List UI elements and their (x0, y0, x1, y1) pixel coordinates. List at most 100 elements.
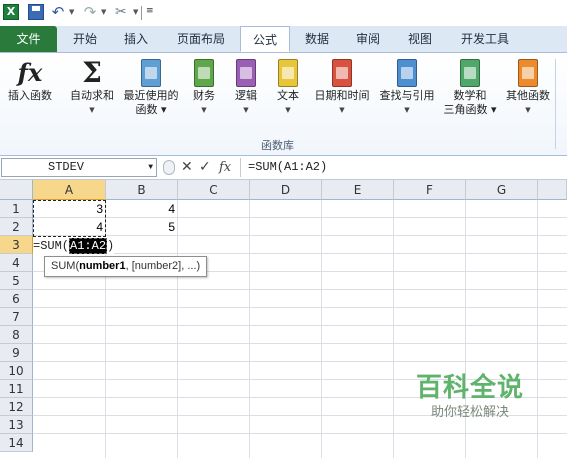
dropdown-arrow-icon: ▼ (339, 106, 345, 114)
enter-icon[interactable]: ✓ (199, 159, 211, 176)
grid-line (177, 200, 178, 458)
redo-dropdown-icon[interactable]: ▼ (101, 8, 106, 16)
grid-line (33, 433, 567, 434)
formula-bar: STDEV ▼ ✕ ✓ fx =SUM(A1:A2) (0, 157, 567, 180)
row-header[interactable]: 7 (0, 308, 33, 326)
row-header[interactable]: 11 (0, 380, 33, 398)
tab-data[interactable]: 数据 (296, 26, 338, 52)
column-header-b[interactable]: B (106, 180, 178, 200)
button-label: 数学和 (453, 89, 487, 102)
button-label: 其他函数 (506, 89, 550, 102)
grid-line (33, 325, 567, 326)
grid-line (33, 361, 567, 362)
text-button[interactable]: 文本 ▼ (270, 57, 306, 117)
undo-dropdown-icon[interactable]: ▼ (69, 8, 74, 16)
button-label: 财务 (193, 89, 215, 102)
tooltip-current-arg: number1 (79, 260, 126, 272)
tab-file[interactable]: 文件 (0, 26, 57, 52)
row-header[interactable]: 14 (0, 434, 33, 452)
group-label-function-library: 函数库 (261, 139, 294, 152)
row-header[interactable]: 13 (0, 416, 33, 434)
cell-a3-editor[interactable]: =SUM(A1:A2) (33, 237, 115, 255)
select-all-corner[interactable] (0, 180, 33, 200)
insert-function-button[interactable]: fx 插入函数 (2, 57, 58, 103)
tooltip-args: , [number2], ...) (125, 260, 201, 272)
insert-function-icon[interactable]: fx (219, 159, 231, 176)
more-functions-button[interactable]: 其他函数 ▼ (502, 57, 554, 117)
logical-button[interactable]: 逻辑 ▼ (228, 57, 264, 117)
fx-icon: fx (17, 58, 43, 87)
column-header-a[interactable]: A (33, 180, 106, 200)
row-header[interactable]: 1 (0, 200, 33, 218)
tab-formulas[interactable]: 公式 (240, 26, 290, 52)
tab-view[interactable]: 视图 (398, 26, 442, 52)
lookup-book-icon (397, 59, 417, 87)
chevron-down-icon[interactable]: ▼ (148, 159, 153, 176)
lookup-reference-button[interactable]: 查找与引用 ▼ (374, 57, 440, 117)
row-header[interactable]: 9 (0, 344, 33, 362)
tab-home[interactable]: 开始 (62, 26, 108, 52)
finance-book-icon (194, 59, 214, 87)
grid-line (33, 307, 567, 308)
function-tooltip[interactable]: SUM(number1, [number2], ...) (44, 256, 208, 277)
recently-used-button[interactable]: 最近使用的 函数 ▾ (120, 57, 182, 117)
row-header[interactable]: 12 (0, 398, 33, 416)
dropdown-arrow-icon: ▼ (285, 106, 291, 114)
customize-qat-icon[interactable]: ≡ (146, 6, 154, 16)
button-label: 最近使用的 (123, 89, 179, 102)
tools-icon[interactable]: ✂ (115, 4, 131, 20)
formula-input[interactable]: =SUM(A1:A2) (240, 158, 566, 177)
datetime-book-icon (332, 59, 352, 87)
cell-b1[interactable]: 4 (106, 200, 178, 218)
row-header[interactable]: 3 (0, 236, 33, 254)
row-header[interactable]: 5 (0, 272, 33, 290)
row-header[interactable]: 6 (0, 290, 33, 308)
math-trig-button[interactable]: 数学和 三角函数 ▾ (440, 57, 500, 117)
column-header-g[interactable]: G (466, 180, 538, 200)
name-box[interactable]: STDEV ▼ (1, 158, 157, 177)
watermark: 百科全说 助你轻松解决 (395, 372, 545, 422)
button-label: 逻辑 (235, 89, 257, 102)
cancel-icon[interactable]: ✕ (181, 159, 193, 176)
watermark-subtitle: 助你轻松解决 (430, 405, 509, 420)
undo-icon[interactable]: ↶ (50, 4, 66, 20)
button-label: 查找与引用 (379, 89, 435, 102)
row-header[interactable]: 8 (0, 326, 33, 344)
tab-page-layout[interactable]: 页面布局 (166, 26, 236, 52)
save-icon[interactable] (28, 4, 44, 20)
row-header[interactable]: 10 (0, 362, 33, 380)
tab-developer[interactable]: 开发工具 (452, 26, 518, 52)
sigma-icon: Σ (82, 56, 102, 89)
dropdown-arrow-icon: ▼ (404, 106, 410, 114)
ribbon-formulas: fx 插入函数 Σ 自动求和 ▼ 最近使用的 函数 ▾ 财务 ▼ 逻辑 ▼ 文本… (0, 53, 567, 156)
grid-line (33, 343, 567, 344)
button-label: 三角函数 ▾ (443, 103, 497, 116)
button-label: 自动求和 (70, 89, 114, 102)
date-time-button[interactable]: 日期和时间 ▼ (310, 57, 374, 117)
text-book-icon (278, 59, 298, 87)
cell-b2[interactable]: 5 (106, 218, 178, 236)
financial-button[interactable]: 财务 ▼ (186, 57, 222, 117)
column-header-e[interactable]: E (322, 180, 394, 200)
redo-icon[interactable]: ↷ (82, 4, 98, 20)
tooltip-func: SUM( (51, 260, 80, 272)
formula-bar-splitter[interactable] (163, 160, 175, 175)
button-label: 文本 (277, 89, 299, 102)
logic-book-icon (236, 59, 256, 87)
dropdown-arrow-icon: ▼ (243, 106, 249, 114)
column-header-f[interactable]: F (394, 180, 466, 200)
column-header-c[interactable]: C (178, 180, 250, 200)
autosum-button[interactable]: Σ 自动求和 ▼ (64, 57, 120, 117)
qat-divider (141, 6, 142, 20)
button-label: 插入函数 (8, 89, 52, 102)
column-header-partial[interactable] (538, 180, 567, 200)
tools-dropdown-icon[interactable]: ▼ (133, 8, 138, 16)
copy-range-marquee (33, 200, 106, 237)
row-header[interactable]: 2 (0, 218, 33, 236)
row-header[interactable]: 4 (0, 254, 33, 272)
math-book-icon (460, 59, 480, 87)
tab-insert[interactable]: 插入 (112, 26, 160, 52)
column-header-d[interactable]: D (250, 180, 322, 200)
dropdown-arrow-icon: ▼ (89, 106, 95, 114)
tab-review[interactable]: 审阅 (346, 26, 390, 52)
